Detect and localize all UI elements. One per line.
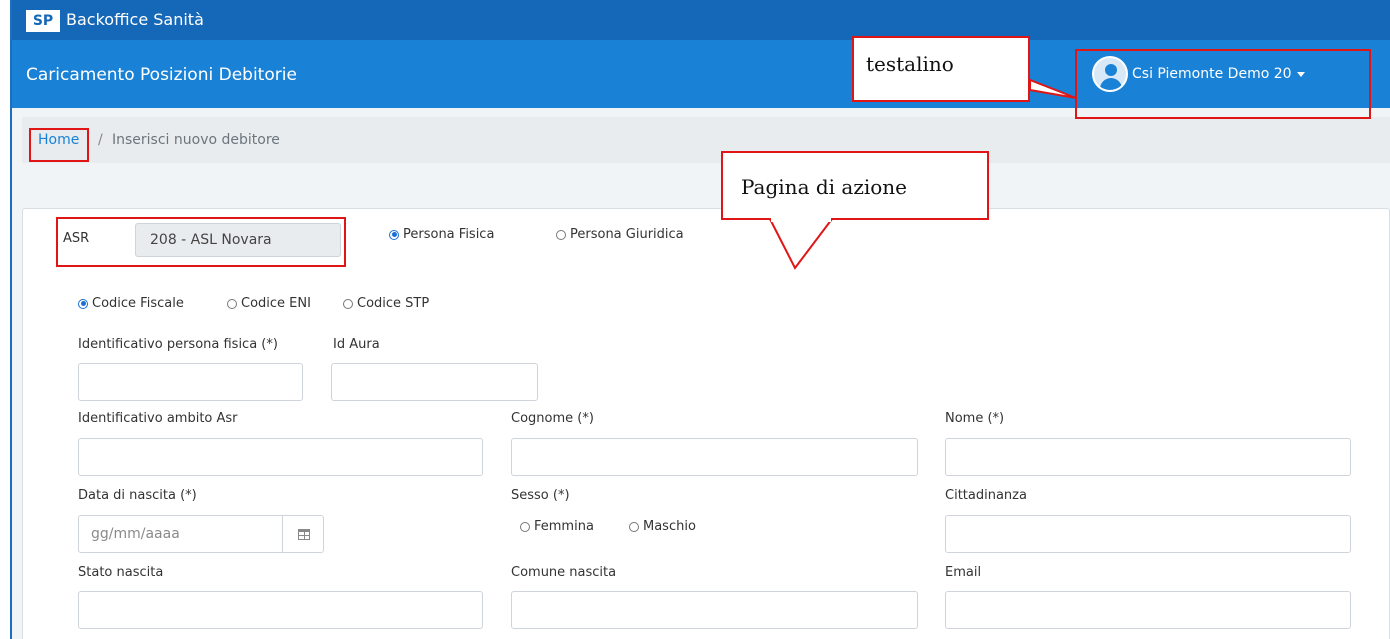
id-aura-label: Id Aura: [333, 337, 380, 352]
comune-nascita-input[interactable]: [511, 591, 918, 629]
radio-codice-stp[interactable]: Codice STP: [343, 296, 429, 311]
radio-unselected-icon: [227, 298, 237, 309]
email-input[interactable]: [945, 591, 1351, 629]
stato-nascita-input[interactable]: [78, 591, 483, 629]
app-title: Backoffice Sanità: [66, 10, 204, 29]
calendar-button[interactable]: [282, 515, 324, 553]
radio-codice-eni[interactable]: Codice ENI: [227, 296, 311, 311]
page-heading: Caricamento Posizioni Debitorie: [26, 65, 297, 85]
cittadinanza-label: Cittadinanza: [945, 488, 1027, 503]
cognome-input[interactable]: [511, 438, 918, 476]
top-bar: SP Backoffice Sanità: [12, 0, 1390, 40]
nome-input[interactable]: [945, 438, 1351, 476]
identificativo-asr-input[interactable]: [78, 438, 483, 476]
breadcrumb-separator: /: [98, 132, 103, 148]
radio-persona-fisica[interactable]: Persona Fisica: [389, 227, 494, 242]
nome-label: Nome (*): [945, 411, 1005, 426]
data-nascita-input[interactable]: gg/mm/aaaa: [78, 515, 283, 553]
sesso-label: Sesso (*): [511, 488, 570, 503]
radio-unselected-icon: [556, 229, 566, 240]
asr-highlight: [56, 217, 346, 267]
radio-unselected-icon: [629, 521, 639, 532]
radio-persona-giuridica[interactable]: Persona Giuridica: [556, 227, 684, 242]
identificativo-pf-label: Identificativo persona fisica (*): [78, 337, 278, 352]
radio-unselected-icon: [520, 521, 530, 532]
identificativo-asr-label: Identificativo ambito Asr: [78, 411, 238, 426]
home-link-highlight: [29, 128, 89, 162]
stato-nascita-label: Stato nascita: [78, 565, 164, 580]
radio-unselected-icon: [343, 298, 353, 309]
comune-nascita-label: Comune nascita: [511, 565, 617, 580]
radio-selected-icon: [389, 229, 399, 240]
data-nascita-label: Data di nascita (*): [78, 488, 197, 503]
pagina-azione-callout: Pagina di azione: [721, 151, 989, 220]
email-label: Email: [945, 565, 982, 580]
sp-logo: SP: [26, 10, 60, 32]
radio-selected-icon: [78, 298, 88, 309]
new-debtor-form: ASR 208 - ASL Novara Persona Fisica Pers…: [22, 208, 1390, 639]
radio-codice-fiscale[interactable]: Codice Fiscale: [78, 296, 184, 311]
identificativo-pf-input[interactable]: [78, 363, 303, 401]
cittadinanza-input[interactable]: [945, 515, 1351, 553]
radio-maschio[interactable]: Maschio: [629, 519, 696, 534]
cognome-label: Cognome (*): [511, 411, 594, 426]
breadcrumb: Home / Inserisci nuovo debitore: [22, 117, 1390, 163]
callout-joint: [771, 218, 831, 222]
calendar-icon: [298, 529, 310, 540]
user-menu-highlight: [1075, 49, 1371, 119]
testalino-callout: testalino: [852, 36, 1030, 102]
id-aura-input[interactable]: [331, 363, 538, 401]
breadcrumb-current: Inserisci nuovo debitore: [112, 132, 280, 148]
radio-femmina[interactable]: Femmina: [520, 519, 594, 534]
